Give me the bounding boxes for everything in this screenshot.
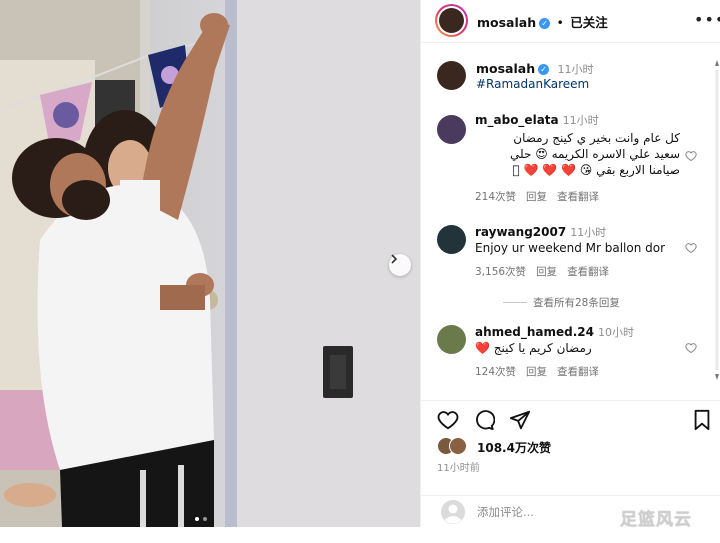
caption-time: 11小时 xyxy=(557,63,594,76)
avatar[interactable] xyxy=(437,61,466,90)
comment-time: 10小时 xyxy=(598,326,635,339)
avatar xyxy=(439,8,464,33)
comment-username-text[interactable]: ahmed_hamed.24 xyxy=(475,325,594,339)
avatar[interactable] xyxy=(437,225,466,254)
hashtag-link[interactable]: #RamadanKareem xyxy=(476,77,589,91)
comment-username[interactable]: raywang2007 11小时 xyxy=(475,224,606,240)
header-username-text[interactable]: mosalah xyxy=(477,15,536,30)
comment-icon[interactable] xyxy=(473,409,495,431)
comment-likes[interactable]: 3,156次赞 xyxy=(475,266,526,278)
action-bar: 108.4万次赞 11小时前 xyxy=(421,400,720,496)
user-avatar-icon xyxy=(441,500,465,524)
comment-line: كل عام وانت بخير ي كينج رمضان xyxy=(513,131,680,145)
post-timestamp: 11小时前 xyxy=(437,463,480,474)
comment-text: ❤️ رمضان كريم يا كينج 😍 😍 xyxy=(475,340,635,356)
verified-badge-icon: ✓ xyxy=(538,64,550,75)
comments-scrollbar[interactable] xyxy=(715,60,719,380)
comment-text: كل عام وانت بخير ي كينج رمضان سعيد علي ا… xyxy=(475,130,680,178)
watermark: 足篮风云 xyxy=(620,510,692,530)
reply-button[interactable]: 回复 xyxy=(536,266,557,278)
caption-username-text[interactable]: mosalah xyxy=(476,61,535,76)
view-replies-button[interactable]: 查看所有28条回复 xyxy=(503,295,620,310)
avatar-story-ring[interactable] xyxy=(435,4,468,37)
carousel-dot xyxy=(195,517,199,521)
comment-likes[interactable]: 124次赞 xyxy=(475,366,516,378)
heart-icon[interactable] xyxy=(685,150,697,162)
chevron-right-icon xyxy=(391,254,398,264)
caption-username[interactable]: mosalah ✓ 11小时 xyxy=(476,61,593,77)
comment-meta: 214次赞 回复 查看翻译 xyxy=(475,189,609,204)
heart-icon[interactable] xyxy=(685,242,697,254)
translate-button[interactable]: 查看翻译 xyxy=(557,366,599,378)
share-icon[interactable] xyxy=(509,409,531,431)
separator-dot: • xyxy=(556,15,564,30)
more-horizontal-icon[interactable]: ••• xyxy=(694,10,720,29)
comment-meta: 124次赞 回复 查看翻译 xyxy=(475,364,609,379)
post-photo[interactable] xyxy=(0,0,420,527)
translate-button[interactable]: 查看翻译 xyxy=(567,266,609,278)
carousel-dot xyxy=(203,517,207,521)
photo-scene xyxy=(0,0,420,527)
comment-username[interactable]: m_abo_elata 11小时 xyxy=(475,112,599,128)
comment-line: سعيد علي الاسره الكريمه 😍 حلي xyxy=(510,147,680,161)
following-button[interactable]: 已关注 xyxy=(570,15,608,30)
comment-time: 11小时 xyxy=(570,226,607,239)
comment-line: ❤️ رمضان كريم يا كينج xyxy=(475,341,592,355)
carousel-next-button[interactable] xyxy=(389,254,411,276)
reply-button[interactable]: 回复 xyxy=(526,191,547,203)
comment-text: Enjoy ur weekend Mr ballon dor xyxy=(475,241,666,255)
add-comment-input[interactable]: 添加评论... xyxy=(477,504,534,520)
liker-avatar[interactable] xyxy=(449,437,467,455)
comment-time: 11小时 xyxy=(562,114,599,127)
comment-username-text[interactable]: m_abo_elata xyxy=(475,113,559,127)
comment-meta: 3,156次赞 回复 查看翻译 xyxy=(475,264,619,279)
like-count[interactable]: 108.4万次赞 xyxy=(477,439,551,456)
post-header: mosalah✓ • 已关注 ••• xyxy=(421,0,720,43)
header-username[interactable]: mosalah ✓ • 已关注 xyxy=(477,12,608,31)
heart-icon[interactable] xyxy=(685,342,697,354)
comment-likes[interactable]: 214次赞 xyxy=(475,191,516,203)
avatar[interactable] xyxy=(437,325,466,354)
like-heart-icon[interactable] xyxy=(437,409,459,431)
comment-line: صيامنا الاربع بقي 😘 ❤️ ❤️ ❤️ 🏻 xyxy=(512,163,680,177)
bookmark-icon[interactable] xyxy=(691,409,713,431)
translate-button[interactable]: 查看翻译 xyxy=(557,191,599,203)
comment-username[interactable]: ahmed_hamed.24 10小时 xyxy=(475,324,634,340)
post-panel: mosalah✓ • 已关注 ••• mosalah✓ 11小时 #Ramada… xyxy=(420,0,720,527)
reply-button[interactable]: 回复 xyxy=(526,366,547,378)
carousel-indicator xyxy=(195,517,207,521)
avatar[interactable] xyxy=(437,115,466,144)
comment-username-text[interactable]: raywang2007 xyxy=(475,225,566,239)
verified-badge-icon: ✓ xyxy=(539,18,551,29)
